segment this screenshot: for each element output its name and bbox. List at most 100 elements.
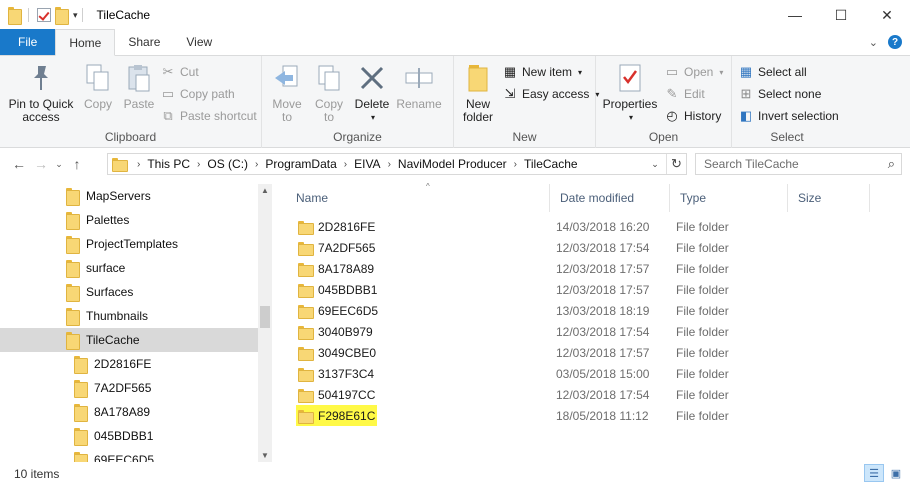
table-row[interactable]: F298E61C 18/05/2018 11:12 File folder	[276, 405, 910, 426]
tree-item-label: 8A178A89	[94, 405, 151, 419]
folder-icon	[298, 346, 314, 361]
details-view-icon[interactable]: ☰	[864, 464, 884, 482]
breadcrumb-this-pc[interactable]: This PC	[147, 157, 190, 171]
open-group-label: Open	[648, 130, 679, 144]
copy-path-button[interactable]: ▭ Copy path	[160, 84, 257, 104]
new-item-icon: ▦	[503, 64, 517, 79]
table-row[interactable]: 69EEC6D5 13/03/2018 18:19 File folder	[276, 300, 910, 321]
table-row[interactable]: 504197CC 12/03/2018 17:54 File folder	[276, 384, 910, 405]
large-icons-view-icon[interactable]: ▣	[886, 464, 906, 482]
address-controls: ⌄ ↻	[644, 154, 686, 174]
file-name-cell: 045BDBB1	[298, 279, 377, 300]
tab-file[interactable]: File	[0, 29, 56, 55]
recent-locations-dropdown-icon[interactable]: ⌄	[52, 153, 66, 175]
new-folder-icon[interactable]	[55, 7, 69, 25]
breadcrumb-chevron-icon[interactable]: ›	[388, 159, 391, 170]
tab-home[interactable]: Home	[55, 29, 116, 56]
tree-item-projecttemplates[interactable]: ProjectTemplates	[0, 232, 258, 256]
tab-view[interactable]: View	[173, 29, 225, 55]
breadcrumb-navimodel-producer[interactable]: NaviModel Producer	[398, 157, 507, 171]
date-modified-cell: 13/03/2018 18:19	[556, 303, 650, 318]
folder-icon	[298, 241, 314, 256]
tree-item-thumbnails[interactable]: Thumbnails	[0, 304, 258, 328]
tree-item-8a178a89[interactable]: 8A178A89	[0, 400, 258, 424]
select-all-button[interactable]: ▦ Select all	[738, 62, 839, 82]
back-arrow-icon[interactable]: ←	[8, 153, 30, 175]
breadcrumb-chevron-icon[interactable]: ›	[514, 159, 517, 170]
new-item-button[interactable]: ▦ New item ▾	[502, 62, 599, 82]
table-row[interactable]: 8A178A89 12/03/2018 17:57 File folder	[276, 258, 910, 279]
tree-item-69eec6d5[interactable]: 69EEC6D5	[0, 448, 258, 462]
breadcrumb-chevron-icon[interactable]: ›	[344, 159, 347, 170]
search-placeholder: Search TileCache	[704, 157, 799, 171]
tree-item-2d2816fe[interactable]: 2D2816FE	[0, 352, 258, 376]
breadcrumb-chevron-icon[interactable]: ›	[137, 159, 140, 170]
breadcrumb-eiva[interactable]: EIVA	[354, 157, 380, 171]
tree-item-045bdbb1[interactable]: 045BDBB1	[0, 424, 258, 448]
scroll-up-arrow-icon[interactable]: ▲	[258, 186, 272, 195]
breadcrumb-chevron-icon[interactable]: ›	[255, 159, 258, 170]
delete-x-icon	[356, 62, 388, 94]
paste-shortcut-button[interactable]: ⧉ Paste shortcut	[160, 106, 256, 126]
maximize-button[interactable]: ☐	[818, 0, 864, 30]
cut-button[interactable]: ✂ Cut	[160, 62, 257, 82]
forward-arrow-icon[interactable]: →	[30, 153, 52, 175]
breadcrumb-tilecache[interactable]: TileCache	[524, 157, 578, 171]
breadcrumb-chevron-icon[interactable]: ›	[197, 159, 200, 170]
properties-dropdown-icon[interactable]: ▾	[629, 111, 633, 124]
tab-share[interactable]: Share	[115, 29, 173, 55]
new-item-dropdown-icon: ▾	[578, 67, 583, 77]
table-row[interactable]: 3040B979 12/03/2018 17:54 File folder	[276, 321, 910, 342]
properties-check-icon[interactable]	[37, 8, 51, 22]
tree-item-7a2df565[interactable]: 7A2DF565	[0, 376, 258, 400]
column-header-type[interactable]: Type	[670, 184, 788, 212]
help-icon[interactable]: ?	[888, 35, 902, 49]
tree-item-surfaces[interactable]: Surfaces	[0, 280, 258, 304]
invert-selection-button[interactable]: ◧ Invert selection	[738, 106, 839, 126]
paste-shortcut-icon: ⧉	[163, 108, 173, 123]
copy-to-label: Copy to	[314, 97, 343, 124]
tree-item-label: 7A2DF565	[94, 381, 152, 395]
easy-access-button[interactable]: ⇲ Easy access ▾	[502, 84, 600, 104]
table-row[interactable]: 3049CBE0 12/03/2018 17:57 File folder	[276, 342, 910, 363]
breadcrumb-programdata[interactable]: ProgramData	[265, 157, 336, 171]
scrollbar-thumb[interactable]	[260, 306, 270, 328]
history-button[interactable]: ◴ History	[664, 106, 723, 126]
table-row[interactable]: 3137F3C4 03/05/2018 15:00 File folder	[276, 363, 910, 384]
edit-button[interactable]: ✎ Edit	[664, 84, 723, 104]
tree-item-tilecache[interactable]: TileCache	[0, 328, 258, 352]
tree-item-label: MapServers	[86, 189, 151, 203]
column-header-size[interactable]: Size	[788, 184, 870, 212]
table-row[interactable]: 045BDBB1 12/03/2018 17:57 File folder	[276, 279, 910, 300]
folder-icon	[298, 388, 314, 403]
scroll-down-arrow-icon[interactable]: ▼	[258, 451, 272, 460]
minimize-button[interactable]: —	[772, 0, 818, 30]
breadcrumb-os-c[interactable]: OS (C:)	[207, 157, 248, 171]
delete-dropdown-icon[interactable]: ▾	[371, 111, 375, 124]
column-header-name[interactable]: ^ Name	[286, 182, 550, 212]
folder-icon	[298, 304, 314, 319]
address-dropdown-icon[interactable]: ⌄	[644, 159, 666, 170]
tree-item-mapservers[interactable]: MapServers	[0, 184, 258, 208]
file-name: 3049CBE0	[318, 345, 377, 360]
address-bar[interactable]: › This PC › OS (C:) › ProgramData › EIVA…	[107, 153, 687, 175]
refresh-icon[interactable]: ↻	[666, 154, 686, 174]
column-header-date-modified[interactable]: Date modified	[550, 184, 670, 212]
tree-item-palettes[interactable]: Palettes	[0, 208, 258, 232]
expand-ribbon-icon[interactable]: ⌄	[869, 36, 878, 49]
navigation-bar: ← → ⌄ ↑ › This PC › OS (C:) › ProgramDat…	[0, 148, 910, 180]
close-button[interactable]: ✕	[864, 0, 910, 30]
file-name-cell: 504197CC	[298, 384, 375, 405]
tree-item-label: 2D2816FE	[94, 357, 152, 371]
customize-toolbar-dropdown-icon[interactable]: ▾	[73, 10, 78, 21]
search-input[interactable]: Search TileCache ⌕	[695, 153, 902, 175]
new-folder-label: New folder	[462, 97, 494, 124]
table-row[interactable]: 7A2DF565 12/03/2018 17:54 File folder	[276, 237, 910, 258]
tree-item-surface[interactable]: surface	[0, 256, 258, 280]
select-none-button[interactable]: ⊞ Select none	[738, 84, 839, 104]
folder-icon	[298, 325, 314, 340]
table-row[interactable]: 2D2816FE 14/03/2018 16:20 File folder	[276, 216, 910, 237]
navigation-pane-scrollbar[interactable]: ▲ ▼	[258, 184, 272, 462]
open-button[interactable]: ▭ Open ▾	[664, 62, 724, 82]
up-arrow-icon[interactable]: ↑	[66, 153, 88, 175]
